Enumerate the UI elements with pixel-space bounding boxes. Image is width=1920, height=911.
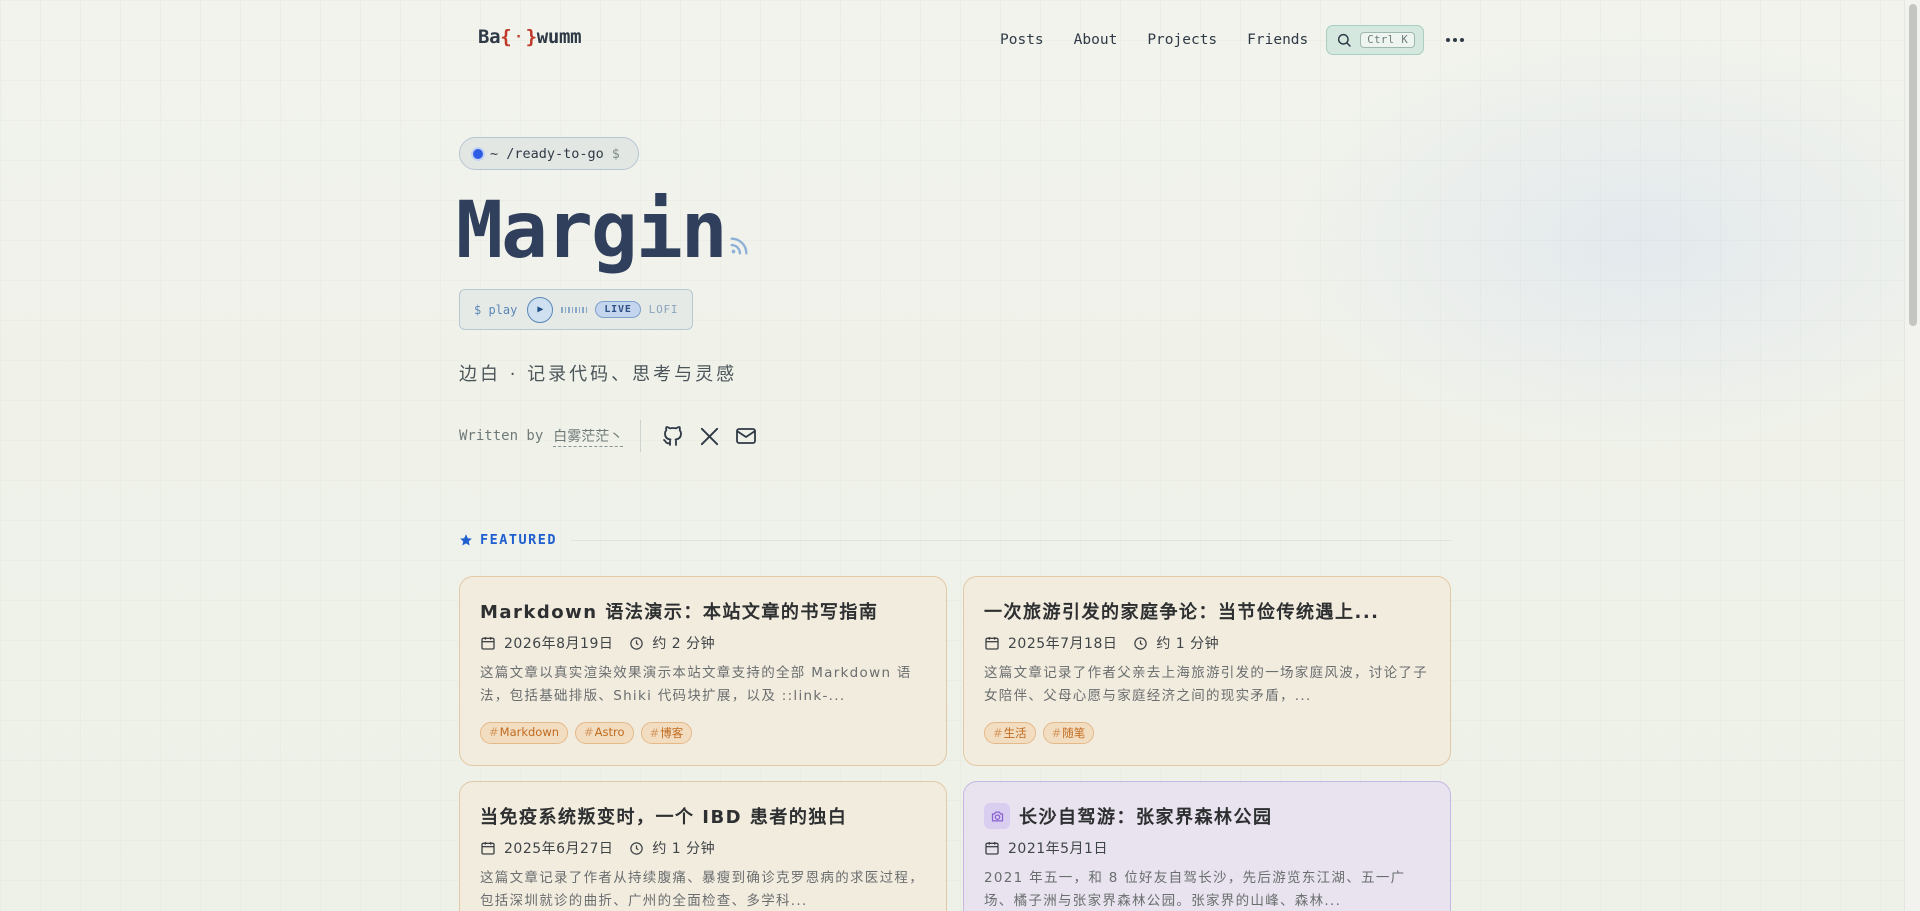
social-links bbox=[661, 424, 758, 448]
scrollbar[interactable] bbox=[1904, 0, 1920, 911]
x-icon bbox=[701, 427, 719, 445]
post-title: 长沙自驾游：张家界森林公园 bbox=[1019, 807, 1273, 828]
x-link[interactable] bbox=[698, 425, 721, 448]
post-card[interactable]: Markdown 语法演示：本站文章的书写指南 2026年8月19日 约 2 分… bbox=[459, 576, 947, 766]
mail-link[interactable] bbox=[734, 424, 758, 448]
calendar-icon bbox=[985, 842, 999, 855]
post-title-row: 长沙自驾游：张家界森林公园 bbox=[984, 802, 1430, 830]
page-title: Margin bbox=[456, 186, 728, 276]
post-meta: 2021年5月1日 bbox=[984, 838, 1430, 858]
post-title: 当免疫系统叛变时，一个 IBD 患者的独白 bbox=[480, 807, 848, 828]
post-date: 2025年7月18日 bbox=[1008, 636, 1118, 652]
background-grid bbox=[0, 0, 1920, 911]
read-time: 约 1 分钟 bbox=[1156, 636, 1220, 652]
mail-icon bbox=[736, 428, 757, 444]
prompt-symbol: $ bbox=[611, 145, 620, 162]
logo-dot: · bbox=[514, 29, 523, 45]
nav-posts[interactable]: Posts bbox=[1000, 32, 1044, 48]
post-card[interactable]: 一次旅游引发的家庭争论：当节俭传统遇上... 2025年7月18日 约 1 分钟… bbox=[963, 576, 1451, 766]
play-button[interactable]: ▶ bbox=[527, 296, 554, 323]
camera-icon bbox=[984, 803, 1010, 829]
play-icon: ▶ bbox=[537, 304, 544, 315]
search-button[interactable]: Ctrl K bbox=[1326, 25, 1425, 55]
tag-essay[interactable]: #随笔 bbox=[1042, 722, 1095, 744]
post-excerpt: 这篇文章记录了作者父亲去上海旅游引发的一场家庭风波，讨论了子女陪伴、父母心愿与家… bbox=[984, 665, 1428, 704]
post-excerpt: 2021 年五一，和 8 位好友自驾长沙，先后游览东江湖、五一广场、橘子洲与张家… bbox=[984, 870, 1406, 909]
tag-life[interactable]: #生活 bbox=[984, 722, 1036, 744]
path-text: ~ /ready-to-go bbox=[490, 145, 604, 162]
read-time: 约 2 分钟 bbox=[652, 636, 716, 652]
calendar-icon bbox=[481, 842, 495, 855]
post-tags: #Markdown #Astro #博客 bbox=[480, 722, 926, 744]
more-dots-icon bbox=[1446, 38, 1451, 42]
post-meta: 2026年8月19日 约 2 分钟 bbox=[480, 633, 926, 653]
post-meta: 2025年7月18日 约 1 分钟 bbox=[984, 633, 1430, 653]
post-tags: #生活 #随笔 bbox=[984, 722, 1430, 744]
featured-label: FEATURED bbox=[480, 532, 558, 548]
tag-astro[interactable]: #Astro bbox=[575, 722, 634, 744]
post-card[interactable]: 当免疫系统叛变时，一个 IBD 患者的独白 2025年6月27日 约 1 分钟 … bbox=[459, 781, 947, 911]
post-date: 2026年8月19日 bbox=[504, 636, 614, 652]
scrollbar-thumb[interactable] bbox=[1909, 4, 1917, 326]
written-by-label: Written by bbox=[459, 428, 544, 444]
github-icon bbox=[663, 426, 683, 446]
tag-markdown[interactable]: #Markdown bbox=[480, 722, 569, 744]
clock-icon bbox=[630, 636, 644, 650]
photo-post-card[interactable]: 长沙自驾游：张家界森林公园 2021年5月1日 2021 年五一，和 8 位好友… bbox=[963, 781, 1451, 911]
tag-blog[interactable]: #博客 bbox=[640, 722, 693, 744]
author-row: Written by 白雾茫茫丶 bbox=[459, 420, 758, 452]
clock-icon bbox=[1134, 636, 1148, 650]
github-link[interactable] bbox=[661, 424, 685, 448]
post-date: 2025年6月27日 bbox=[504, 841, 614, 857]
logo-brace-open: { bbox=[500, 26, 512, 48]
main-nav: Posts About Projects Friends Ctrl K bbox=[1000, 20, 1465, 60]
post-meta: 2025年6月27日 约 1 分钟 bbox=[480, 838, 926, 858]
read-time: 约 1 分钟 bbox=[652, 841, 716, 857]
star-icon bbox=[460, 534, 472, 546]
post-excerpt: 这篇文章记录了作者从持续腹痛、暴瘦到确诊克罗恩病的求医过程，包括深圳就诊的曲折、… bbox=[480, 870, 924, 909]
audio-bars-icon bbox=[561, 306, 588, 313]
featured-section-header: FEATURED bbox=[459, 532, 1451, 548]
section-divider bbox=[571, 539, 1451, 541]
status-dot-icon bbox=[473, 148, 483, 159]
divider bbox=[640, 420, 642, 452]
search-shortcut: Ctrl K bbox=[1360, 32, 1416, 48]
site-logo[interactable]: Ba { · } wumm bbox=[478, 26, 582, 48]
player-command: $ play bbox=[474, 302, 518, 317]
calendar-icon bbox=[481, 637, 495, 650]
nav-friends[interactable]: Friends bbox=[1247, 32, 1308, 48]
logo-brace-close: } bbox=[525, 26, 537, 48]
author-link[interactable]: 白雾茫茫丶 bbox=[553, 426, 624, 447]
more-menu-button[interactable] bbox=[1446, 38, 1465, 42]
rss-icon[interactable] bbox=[728, 235, 750, 257]
logo-prefix: Ba bbox=[478, 26, 501, 48]
live-badge: LIVE bbox=[595, 301, 641, 318]
nav-projects[interactable]: Projects bbox=[1147, 32, 1217, 48]
logo-suffix: wumm bbox=[536, 26, 582, 48]
post-date: 2021年5月1日 bbox=[1008, 841, 1108, 857]
post-excerpt: 这篇文章以真实渲染效果演示本站文章支持的全部 Markdown 语法，包括基础排… bbox=[480, 665, 912, 704]
clock-icon bbox=[630, 841, 644, 855]
site-subtitle: 边白 · 记录代码、思考与灵感 bbox=[459, 364, 738, 385]
genre-label: LOFI bbox=[648, 303, 679, 316]
path-badge: ~ /ready-to-go $ bbox=[459, 137, 639, 170]
music-player: $ play ▶ LIVE LOFI bbox=[459, 289, 693, 330]
hero-title-group: Margin bbox=[456, 185, 750, 277]
post-title: Markdown 语法演示：本站文章的书写指南 bbox=[480, 602, 879, 623]
post-title: 一次旅游引发的家庭争论：当节俭传统遇上... bbox=[984, 602, 1380, 623]
calendar-icon bbox=[985, 637, 999, 650]
nav-about[interactable]: About bbox=[1074, 32, 1118, 48]
search-icon bbox=[1338, 33, 1351, 47]
